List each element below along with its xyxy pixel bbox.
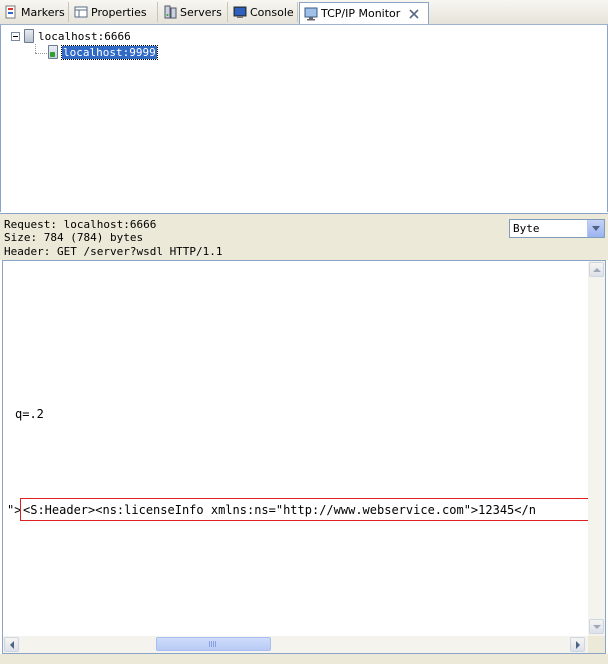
- bottom-border: [0, 654, 608, 664]
- server-icon: [24, 29, 34, 43]
- chevron-down-icon[interactable]: [587, 220, 604, 237]
- tab-markers-label: Markers: [21, 5, 65, 19]
- tab-tcpip-monitor-label: TCP/IP Monitor: [321, 7, 401, 20]
- horizontal-scrollbar[interactable]: [3, 636, 588, 653]
- content-line: q=.2: [15, 407, 44, 421]
- request-tree: localhost:6666 localhost:9999: [0, 25, 608, 212]
- tab-servers[interactable]: Servers: [159, 2, 228, 22]
- request-icon: [48, 45, 58, 59]
- view-tab-bar: Markers Properties Servers Console TCP/I…: [0, 0, 608, 25]
- tree-connector: [35, 53, 47, 54]
- tab-servers-label: Servers: [180, 5, 222, 19]
- scroll-down-icon[interactable]: [589, 619, 604, 634]
- request-info: Request: localhost:6666: [4, 218, 157, 231]
- markers-icon: [4, 5, 18, 19]
- console-icon: [233, 5, 247, 19]
- request-info-panel: Request: localhost:6666 Size: 784 (784) …: [0, 213, 608, 260]
- scrollbar-corner: [588, 636, 605, 653]
- vertical-scrollbar[interactable]: [588, 261, 605, 636]
- highlight-box: <S:Header><ns:licenseInfo xmlns:ns="http…: [20, 498, 589, 521]
- tree-connector: [35, 44, 36, 53]
- size-info: Size: 784 (784) bytes: [4, 231, 144, 244]
- tab-console-label: Console: [250, 5, 294, 19]
- properties-icon: [74, 5, 88, 19]
- scroll-up-icon[interactable]: [589, 262, 604, 277]
- servers-icon: [163, 5, 177, 19]
- tab-tcpip-monitor[interactable]: TCP/IP Monitor: [299, 2, 429, 24]
- tree-node-root[interactable]: localhost:6666: [11, 29, 131, 43]
- view-format-select[interactable]: Byte: [509, 219, 605, 238]
- scroll-right-icon[interactable]: [570, 637, 585, 652]
- tab-properties[interactable]: Properties: [70, 2, 158, 22]
- tcpip-monitor-icon: [304, 7, 318, 21]
- view-format-value: Byte: [513, 222, 540, 235]
- close-icon[interactable]: [409, 8, 419, 19]
- collapse-icon[interactable]: [11, 31, 20, 41]
- scroll-left-icon[interactable]: [4, 637, 19, 652]
- scroll-thumb[interactable]: [156, 637, 271, 651]
- tab-console[interactable]: Console: [229, 2, 298, 22]
- content-line-highlight: <S:Header><ns:licenseInfo xmlns:ns="http…: [23, 503, 536, 517]
- header-info: Header: GET /server?wsdl HTTP/1.1: [4, 245, 223, 258]
- message-viewer[interactable]: q=.2 "> <S:Header><ns:licenseInfo xmlns:…: [2, 260, 606, 654]
- tree-node-child[interactable]: localhost:9999: [48, 44, 158, 60]
- tab-properties-label: Properties: [91, 5, 147, 19]
- tab-markers[interactable]: Markers: [0, 2, 69, 22]
- tree-node-child-label: localhost:9999: [61, 44, 158, 60]
- tree-node-root-label: localhost:6666: [38, 29, 131, 43]
